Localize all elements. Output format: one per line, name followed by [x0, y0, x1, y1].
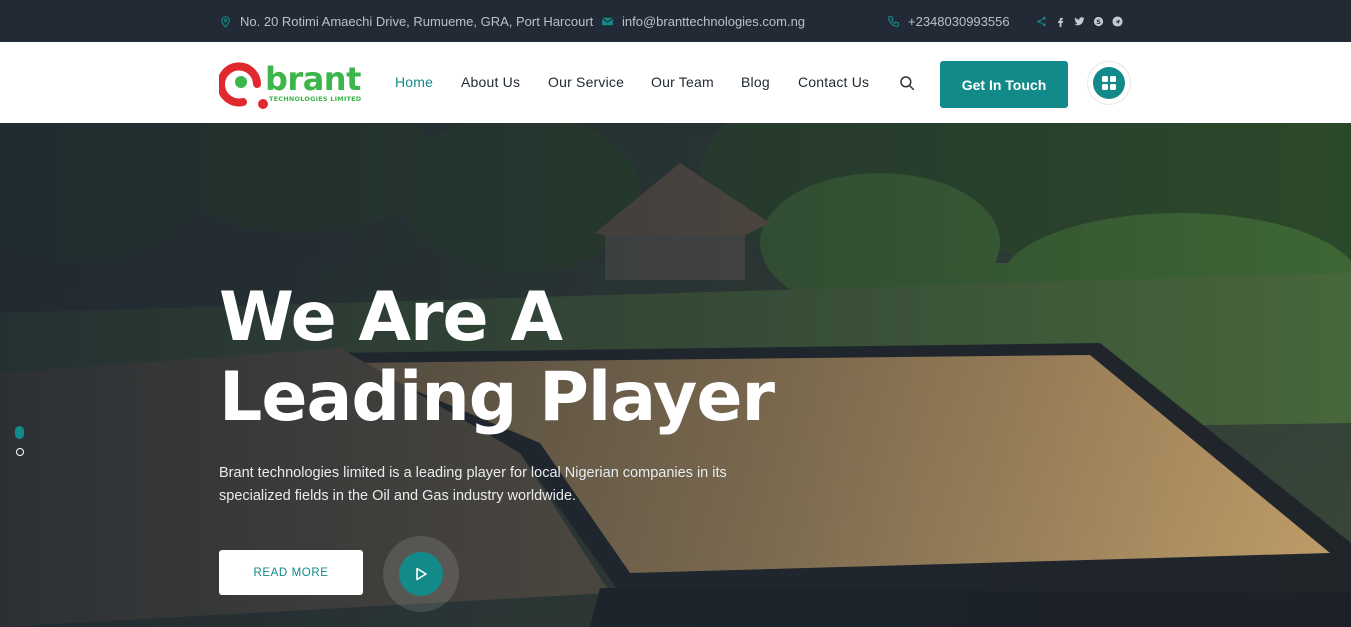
- envelope-icon: [601, 15, 614, 28]
- nav-item-blog[interactable]: Blog: [741, 74, 770, 90]
- hero-title-line-1: We Are A: [219, 278, 563, 357]
- hero-title-line-2: Leading Player: [219, 358, 775, 437]
- get-in-touch-button[interactable]: Get In Touch: [940, 61, 1068, 108]
- location-pin-icon: [219, 15, 232, 28]
- address-item: No. 20 Rotimi Amaechi Drive, Rumueme, GR…: [219, 0, 593, 42]
- address-text: No. 20 Rotimi Amaechi Drive, Rumueme, GR…: [240, 13, 594, 29]
- twitter-icon[interactable]: [1074, 16, 1085, 27]
- slide-dot[interactable]: [16, 448, 24, 456]
- facebook-icon[interactable]: [1055, 16, 1066, 27]
- brant-logo[interactable]: brant TECHNOLOGIES LIMITED: [217, 58, 362, 112]
- social-links: S: [1036, 0, 1123, 42]
- email-item[interactable]: info@branttechnologies.com.ng: [601, 0, 805, 42]
- nav-item-our-team[interactable]: Our Team: [651, 74, 714, 90]
- nav-item-contact-us[interactable]: Contact Us: [798, 74, 869, 90]
- play-icon: [399, 552, 443, 596]
- telegram-icon[interactable]: [1112, 15, 1123, 27]
- logo-wordmark: brant: [265, 60, 361, 98]
- svg-text:S: S: [1096, 17, 1101, 25]
- hero-description: Brant technologies limited is a leading …: [219, 465, 727, 504]
- menu-grid-button[interactable]: [1088, 62, 1130, 104]
- skype-icon[interactable]: S: [1093, 16, 1104, 27]
- share-icon: [1036, 16, 1047, 27]
- grid-icon: [1093, 67, 1125, 99]
- slide-dot-active[interactable]: [15, 426, 24, 439]
- hero-title: We Are A Leading Player: [219, 278, 859, 438]
- search-icon[interactable]: [898, 74, 916, 92]
- topbar: No. 20 Rotimi Amaechi Drive, Rumueme, GR…: [0, 0, 1351, 42]
- nav-item-our-service[interactable]: Our Service: [548, 74, 624, 90]
- video-play-button[interactable]: [383, 536, 459, 612]
- nav-item-about-us[interactable]: About Us: [461, 74, 520, 90]
- phone-icon: [887, 15, 900, 28]
- nav-item-home[interactable]: Home: [395, 74, 433, 90]
- phone-item[interactable]: +2348030993556: [887, 0, 1010, 42]
- logo-subtext: TECHNOLOGIES LIMITED: [269, 95, 362, 103]
- read-more-button[interactable]: READ MORE: [219, 550, 363, 595]
- email-link[interactable]: info@branttechnologies.com.ng: [622, 14, 805, 29]
- phone-link[interactable]: +2348030993556: [908, 14, 1010, 29]
